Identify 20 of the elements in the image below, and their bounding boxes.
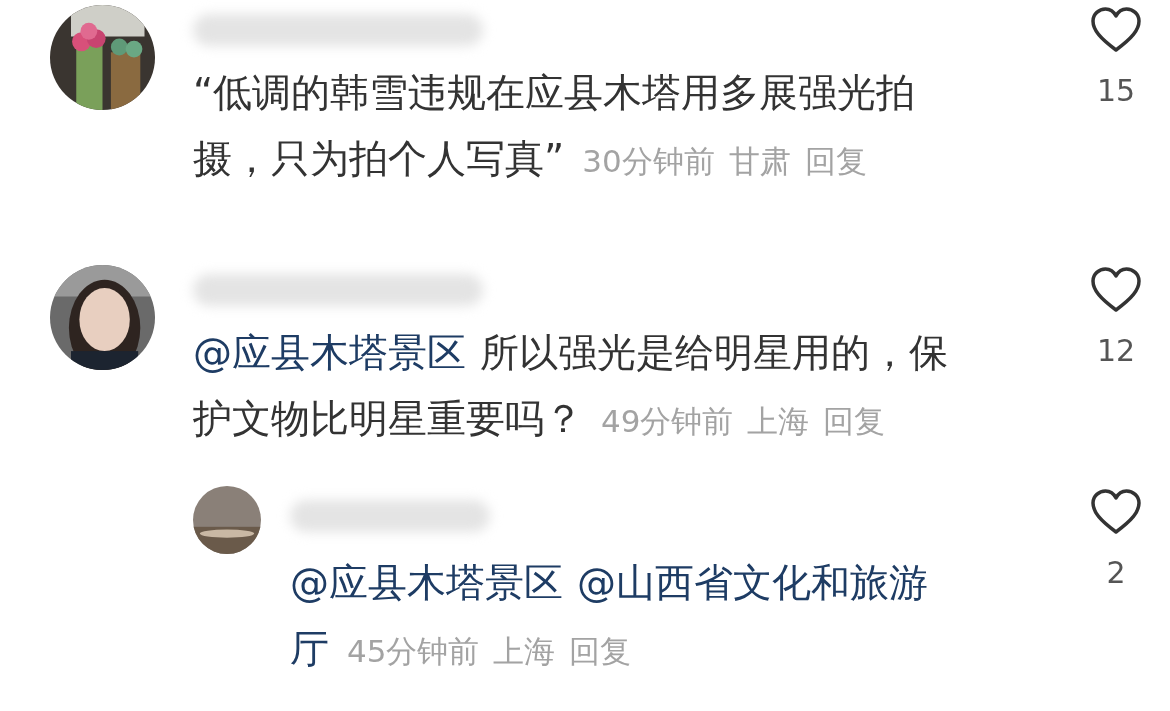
heart-icon[interactable] — [1090, 6, 1142, 54]
comment-location: 甘肃 — [728, 142, 791, 181]
comment-location: 上海 — [493, 632, 556, 671]
heart-icon[interactable] — [1090, 266, 1142, 314]
mention-link[interactable]: @应县木塔景区 — [193, 320, 466, 386]
comment-text: 摄，只为拍个人写真” — [193, 135, 565, 183]
comment-text: 所以强光是给明星用的，保 — [480, 329, 948, 377]
comment-location: 上海 — [747, 402, 810, 441]
mention-link[interactable]: 厅 — [290, 616, 329, 682]
mention-link[interactable]: @应县木塔景区 — [290, 550, 563, 616]
comment-text: “低调的韩雪违规在应县木塔用多展强光拍 — [193, 69, 916, 117]
like-count: 12 — [1096, 334, 1136, 368]
comment-time: 30分钟前 — [582, 142, 715, 181]
comment-text: 护文物比明星重要吗？ — [193, 395, 583, 443]
mention-link[interactable]: @山西省文化和旅游 — [577, 550, 928, 616]
like-count: 15 — [1096, 74, 1136, 108]
like-count: 2 — [1106, 556, 1126, 590]
comment-time: 45分钟前 — [347, 632, 480, 671]
comment-time: 49分钟前 — [601, 402, 734, 441]
heart-icon[interactable] — [1090, 488, 1142, 536]
